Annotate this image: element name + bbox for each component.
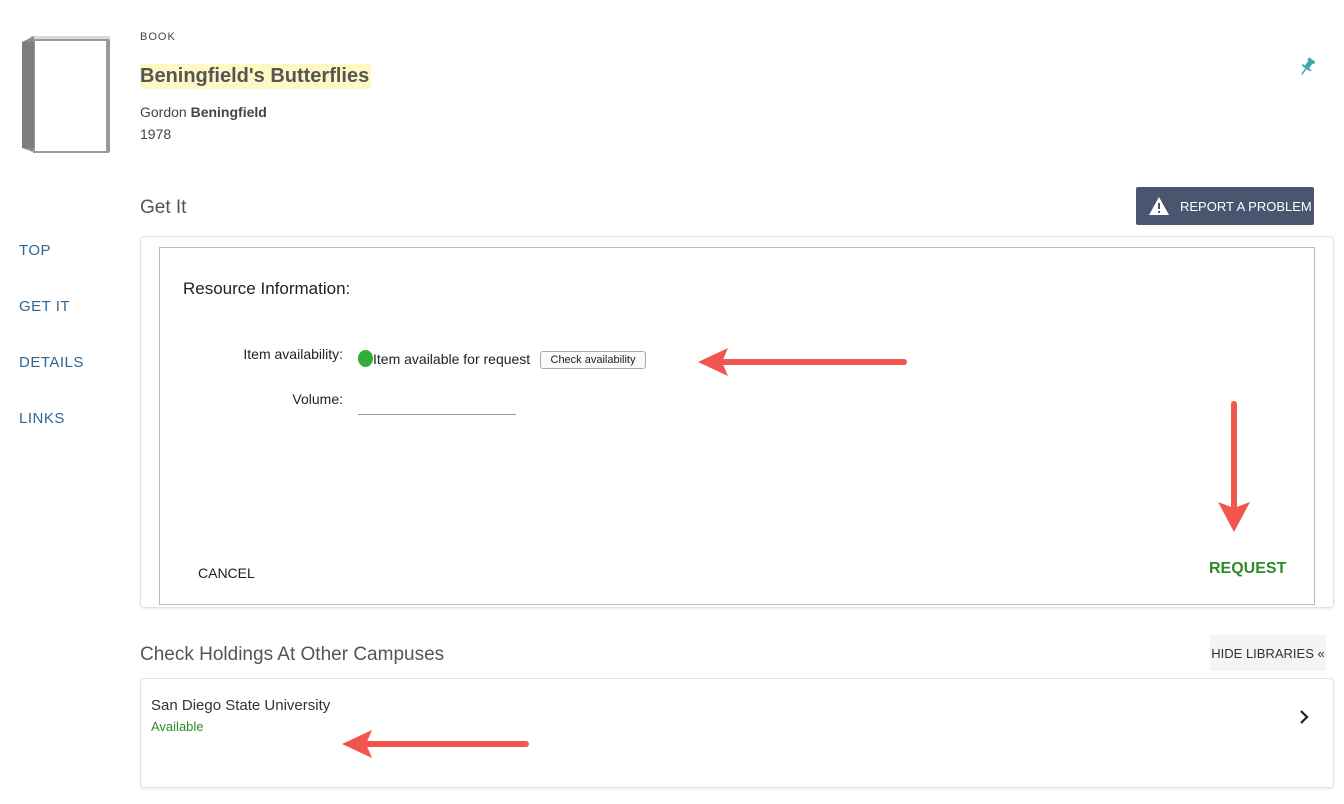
nav-item-links[interactable]: LINKS [19, 410, 65, 427]
hide-libraries-button[interactable]: HIDE LIBRARIES « [1210, 635, 1326, 671]
nav-item-details[interactable]: DETAILS [19, 354, 84, 371]
record-year: 1978 [140, 126, 172, 142]
author-first-name: Gordon [140, 104, 187, 120]
nav-item-top[interactable]: TOP [19, 242, 51, 259]
holdings-heading: Check Holdings At Other Campuses [140, 644, 445, 665]
cancel-button[interactable]: CANCEL [198, 565, 255, 581]
record-type: BOOK [140, 31, 176, 43]
check-availability-button[interactable]: Check availability [540, 351, 646, 369]
volume-input[interactable] [358, 393, 516, 415]
request-form [159, 247, 1315, 605]
item-availability-label: Item availability: [243, 346, 343, 362]
record-author: Gordon Beningfield [140, 104, 267, 120]
availability-dot-icon [358, 350, 373, 367]
request-button[interactable]: REQUEST [1209, 560, 1286, 578]
campus-card[interactable] [140, 678, 1334, 788]
book-cover-icon [22, 36, 110, 153]
campus-name: San Diego State University [151, 697, 331, 714]
resource-information-heading: Resource Information: [183, 279, 351, 298]
get-it-heading: Get It [140, 197, 187, 218]
report-problem-button[interactable]: REPORT A PROBLEM [1136, 187, 1314, 225]
record-title: Beningfield's Butterflies [140, 64, 372, 89]
pin-icon[interactable] [1298, 57, 1316, 77]
campus-status: Available [151, 719, 204, 734]
availability-status: Item available for request [373, 351, 531, 367]
report-problem-label: REPORT A PROBLEM [1180, 198, 1312, 214]
nav-item-get-it[interactable]: GET IT [19, 298, 70, 315]
warning-icon [1149, 197, 1169, 215]
author-last-name: Beningfield [190, 104, 267, 120]
chevron-right-icon[interactable] [1298, 709, 1310, 725]
volume-label: Volume: [292, 391, 343, 407]
